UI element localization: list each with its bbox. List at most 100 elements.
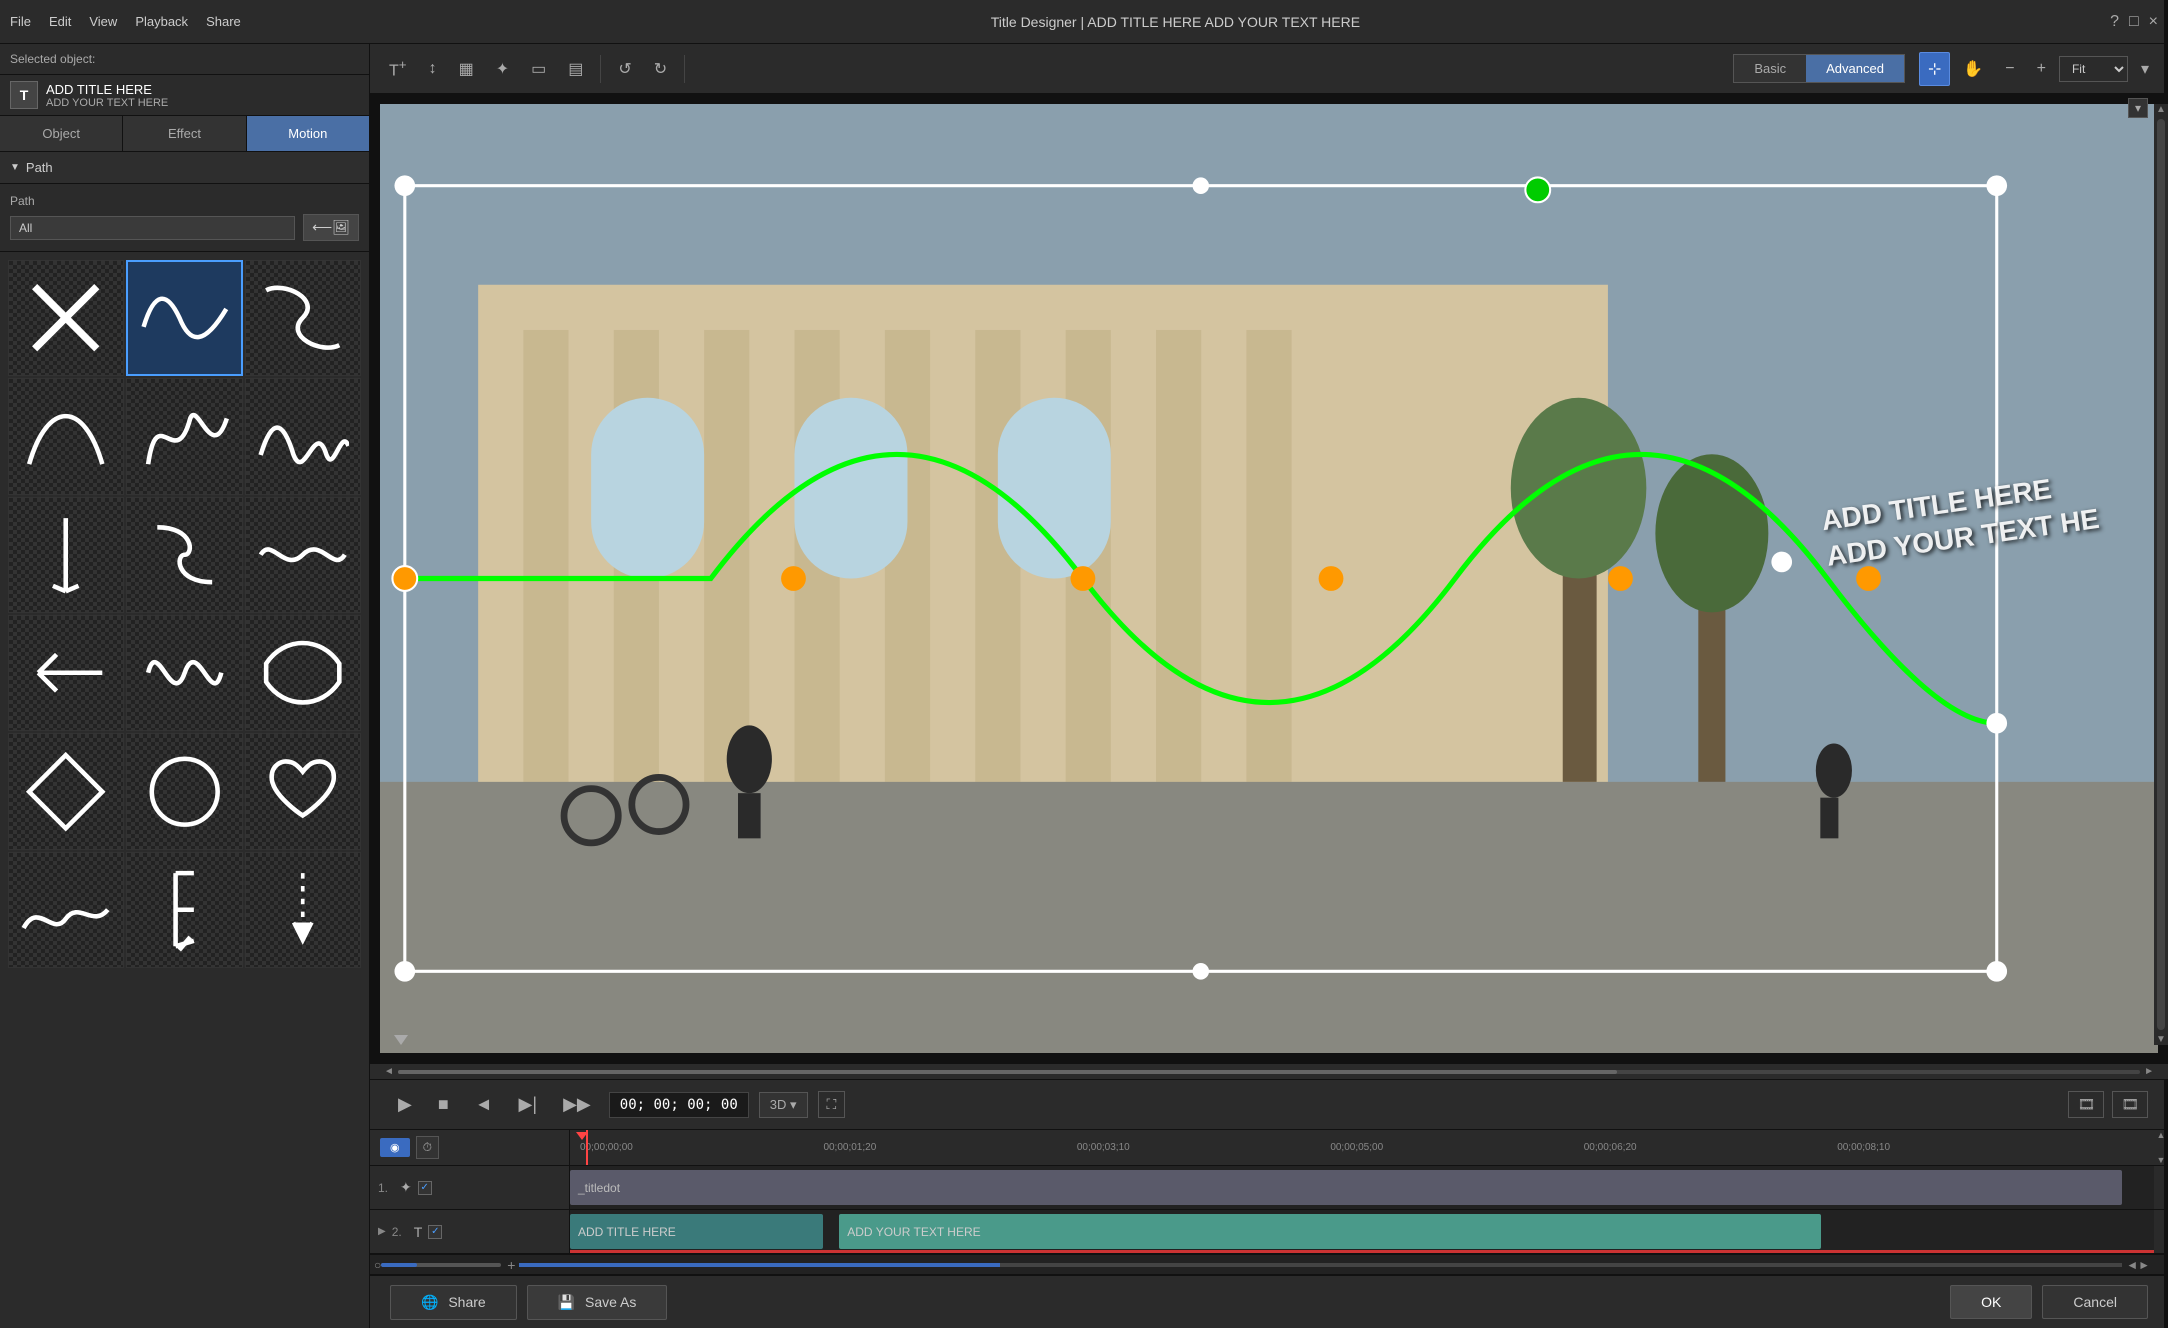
text-tool[interactable]: T+ [380, 50, 416, 87]
vscroll-thumb[interactable] [2157, 119, 2165, 1030]
tl-hscroll-track[interactable] [519, 1263, 2122, 1267]
timeline-eye-button[interactable]: ◉ [380, 1138, 410, 1157]
playhead [586, 1130, 588, 1165]
select-tool[interactable]: ⊹ [1919, 52, 1950, 86]
pattern-s-curve[interactable] [245, 260, 361, 376]
hscroll-right-arrow[interactable]: ► [2144, 1066, 2154, 1077]
save-as-button[interactable]: 💾 Save As [527, 1285, 668, 1320]
tab-object[interactable]: Object [0, 116, 123, 151]
timeline-row-1-left: 1. ✦ ✓ [370, 1166, 570, 1209]
rewind-button[interactable]: ◄ [467, 1090, 501, 1119]
row-2-expand[interactable]: ▶ [378, 1226, 386, 1237]
hscroll-left-arrow[interactable]: ◄ [384, 1066, 394, 1077]
path-select-row: All ⟵🖼 [10, 214, 359, 241]
stop-button[interactable]: ■ [430, 1090, 457, 1119]
box-tool[interactable]: ▭ [522, 52, 555, 86]
effects-tool[interactable]: ✦ [487, 52, 518, 86]
tl-circle-btn[interactable]: ○ [374, 1258, 381, 1272]
mode-basic-button[interactable]: Basic [1734, 55, 1806, 82]
row-2-underline [570, 1250, 2154, 1253]
grid-tool[interactable]: ▦ [450, 52, 483, 86]
hscroll-thumb [398, 1070, 1618, 1074]
play-button[interactable]: ▶ [390, 1090, 420, 1119]
step-forward-button[interactable]: ▶| [511, 1090, 546, 1119]
maximize-button[interactable]: □ [2129, 13, 2139, 31]
timeline-controls: ▶ ■ ◄ ▶| ▶▶ 00; 00; 00; 00 3D ▾ ⛶ 🎞 🎞 [370, 1079, 2168, 1129]
timeline-row-1-content[interactable]: _titledot [570, 1166, 2154, 1209]
preview-hscroll: ◄ ► [370, 1063, 2168, 1079]
split-tool[interactable]: ▤ [559, 52, 592, 86]
row-2-checkbox[interactable]: ✓ [428, 1225, 442, 1239]
fast-forward-button[interactable]: ▶▶ [555, 1090, 599, 1119]
3d-mode-button[interactable]: 3D ▾ [759, 1092, 808, 1118]
vscroll-up-arrow[interactable]: ▲ [2156, 104, 2166, 115]
path-load-button[interactable]: ⟵🖼 [303, 214, 359, 241]
fullscreen-button[interactable]: ⛶ [818, 1091, 846, 1118]
menu-file[interactable]: File [10, 14, 31, 29]
menu-share[interactable]: Share [206, 14, 241, 29]
tab-motion[interactable]: Motion [247, 116, 369, 151]
film-strip-button-2[interactable]: 🎞 [2112, 1091, 2148, 1118]
pattern-wave2[interactable] [245, 497, 361, 613]
vscroll-down-arrow[interactable]: ▼ [2156, 1034, 2166, 1045]
pattern-dots[interactable] [245, 852, 361, 968]
pattern-zigzag[interactable] [126, 378, 242, 494]
tab-effect[interactable]: Effect [123, 116, 246, 151]
mode-advanced-button[interactable]: Advanced [1806, 55, 1904, 82]
pattern-wave[interactable] [126, 260, 242, 376]
toolbar-right: ⊹ ✋ − + Fit 50% 100% 200% ▾ [1919, 52, 2158, 86]
tl-add-track-button[interactable]: + [507, 1257, 515, 1273]
film-strip-button-1[interactable]: 🎞 [2068, 1091, 2104, 1118]
help-button[interactable]: ? [2110, 13, 2119, 31]
transform-tool[interactable]: ↕ [420, 53, 446, 85]
panel-tabs: Object Effect Motion [0, 116, 369, 152]
undo-tool[interactable]: ↺ [609, 52, 640, 86]
pattern-s-bend[interactable] [126, 497, 242, 613]
timeline-header: ◉ ⏱ 00;00;00;00 00;00;01;20 00;00;03;10 … [370, 1130, 2168, 1166]
share-button[interactable]: 🌐 Share [390, 1285, 517, 1320]
hand-tool[interactable]: ✋ [1954, 52, 1992, 86]
zoom-in-tool[interactable]: + [2028, 53, 2055, 85]
hscroll-track[interactable] [398, 1070, 2140, 1074]
menu-edit[interactable]: Edit [49, 14, 71, 29]
clip-your-text[interactable]: ADD YOUR TEXT HERE [839, 1214, 1821, 1249]
clip-title-here[interactable]: ADD TITLE HERE [570, 1214, 823, 1249]
pattern-heart[interactable] [245, 733, 361, 849]
main-layout: Selected object: T ADD TITLE HERE ADD YO… [0, 44, 2168, 1328]
preview-vscroll[interactable]: ▲ ▼ [2154, 104, 2168, 1045]
pattern-left-arrow[interactable] [8, 615, 124, 731]
timeline-row-2-content[interactable]: ADD TITLE HERE ADD YOUR TEXT HERE [570, 1210, 2154, 1253]
ok-button[interactable]: OK [1950, 1285, 2032, 1319]
expand-preview-button[interactable]: ▾ [2128, 98, 2148, 118]
row-1-checkbox[interactable]: ✓ [418, 1181, 432, 1195]
tl-right-arrow[interactable]: ► [2138, 1258, 2150, 1272]
pattern-diamond[interactable] [8, 733, 124, 849]
pattern-none[interactable] [8, 260, 124, 376]
preview-viewport[interactable]: ADD TITLE HERE ADD YOUR TEXT HE ▲ ▼ [370, 94, 2168, 1063]
tl-left-arrow[interactable]: ◄ [2126, 1258, 2138, 1272]
pattern-vertical[interactable] [8, 497, 124, 613]
close-button[interactable]: × [2149, 13, 2158, 31]
timeline-clock-icon[interactable]: ⏱ [416, 1136, 439, 1159]
pattern-circle[interactable] [126, 733, 242, 849]
zoom-fit-select[interactable]: Fit 50% 100% 200% [2059, 56, 2128, 82]
clip-titledot[interactable]: _titledot [570, 1170, 2122, 1205]
more-options-button[interactable]: ▾ [2132, 52, 2158, 86]
pattern-wave3[interactable] [8, 852, 124, 968]
path-select[interactable]: All [10, 216, 295, 240]
pattern-squiggle[interactable] [126, 615, 242, 731]
menu-view[interactable]: View [89, 14, 117, 29]
redo-tool[interactable]: ↻ [645, 52, 676, 86]
menu-playback[interactable]: Playback [135, 14, 188, 29]
path-section-header[interactable]: ▼ Path [0, 152, 369, 184]
cancel-button[interactable]: Cancel [2042, 1285, 2148, 1319]
row-1-icon: ✦ [400, 1179, 412, 1196]
timeline-row-1: 1. ✦ ✓ _titledot [370, 1166, 2168, 1210]
pattern-arc[interactable] [8, 378, 124, 494]
panel-content: ▼ Path Path All ⟵🖼 [0, 152, 369, 1328]
tl-audio-scrub[interactable] [381, 1263, 501, 1267]
pattern-bracket[interactable] [126, 852, 242, 968]
pattern-m-wave[interactable] [245, 378, 361, 494]
zoom-out-tool[interactable]: − [1996, 53, 2023, 85]
pattern-long-arrow[interactable] [245, 615, 361, 731]
